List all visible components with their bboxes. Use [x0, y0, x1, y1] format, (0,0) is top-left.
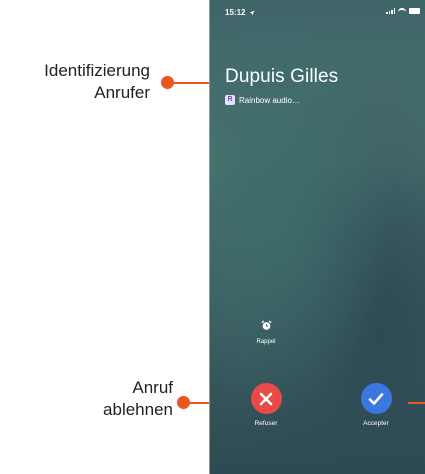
remind-me-button[interactable]: Rappel — [250, 320, 282, 345]
status-icons — [386, 8, 420, 14]
remind-me-label: Rappel — [256, 339, 276, 345]
location-arrow-icon — [249, 10, 255, 16]
caller-name: Dupuis Gilles — [225, 66, 339, 87]
close-icon — [259, 392, 273, 405]
annotation-caller-id: Identifizierung Anrufer — [0, 60, 150, 104]
decline-circle[interactable] — [250, 383, 282, 414]
annotation-decline: Anruf ablehnen — [33, 377, 173, 421]
annotation-caller-line1: Identifizierung — [44, 61, 150, 80]
accept-circle[interactable] — [360, 383, 392, 414]
cellular-signal-icon — [386, 8, 395, 14]
status-time: 15:12 — [225, 8, 255, 17]
annotation-line-accept — [408, 402, 425, 404]
battery-icon — [409, 8, 420, 14]
accept-call-button[interactable]: Accepter — [346, 383, 406, 427]
call-source: R Rainbow audio… — [225, 95, 300, 105]
annotation-caller-line2: Anrufer — [94, 83, 150, 102]
call-source-label: Rainbow audio… — [239, 95, 300, 105]
accept-label: Accepter — [363, 420, 389, 427]
wifi-icon — [398, 8, 406, 14]
phone-screen: 15:12 Dupuis Gilles R Rainbow audio… Rap… — [209, 0, 425, 474]
alarm-clock-icon — [260, 320, 272, 330]
annotation-decline-line2: ablehnen — [103, 400, 173, 419]
status-bar: 15:12 — [210, 0, 425, 22]
checkmark-icon — [368, 392, 384, 405]
annotation-decline-line1: Anruf — [132, 378, 173, 397]
decline-label: Refuser — [254, 420, 278, 427]
decline-call-button[interactable]: Refuser — [236, 383, 296, 427]
rainbow-app-icon: R — [225, 95, 235, 105]
